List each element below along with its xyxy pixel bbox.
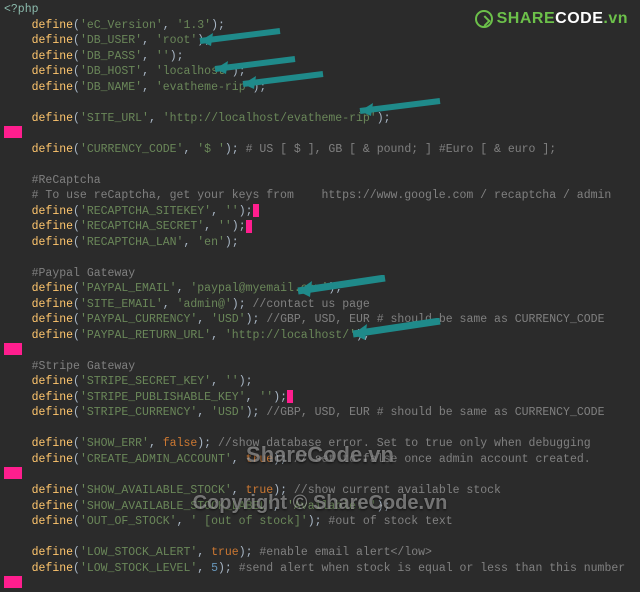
comment-line: #Paypal Gateway xyxy=(4,266,636,282)
watermark-text: Copyright © ShareCode.vn xyxy=(193,490,448,517)
highlight-marker xyxy=(4,126,22,138)
highlight-marker xyxy=(4,576,22,588)
code-line: define('STRIPE_SECRET_KEY', ''); xyxy=(4,374,636,390)
blank-line xyxy=(4,157,636,173)
blank-line xyxy=(4,530,636,546)
comment-line: #Stripe Gateway xyxy=(4,359,636,375)
code-line: define('PAYPAL_CURRENCY', 'USD'); //GBP,… xyxy=(4,312,636,328)
code-line: define('CURRENCY_CODE', '$ '); # US [ $ … xyxy=(4,142,636,158)
code-line xyxy=(4,126,636,142)
highlight-marker xyxy=(246,220,252,233)
php-open-tag: <?php xyxy=(4,3,39,16)
code-line: define('DB_HOST', 'localhost'); xyxy=(4,64,636,80)
highlight-marker xyxy=(253,204,259,217)
code-line: define('RECAPTCHA_SITEKEY', ''); xyxy=(4,204,636,220)
comment-line: #ReCaptcha xyxy=(4,173,636,189)
watermark-text: ShareCode.vn xyxy=(246,440,394,470)
code-line: define('LOW_STOCK_LEVEL', 5); #send aler… xyxy=(4,561,636,577)
code-line: define('RECAPTCHA_LAN', 'en'); xyxy=(4,235,636,251)
blank-line xyxy=(4,95,636,111)
watermark-logo: SHARECODE.vn xyxy=(475,8,628,30)
code-line xyxy=(4,467,636,483)
code-line: define('PAYPAL_RETURN_URL', 'http://loca… xyxy=(4,328,636,344)
recycle-icon xyxy=(475,10,493,28)
code-line: define('SITE_EMAIL', 'admin@'); //contac… xyxy=(4,297,636,313)
highlight-marker xyxy=(4,343,22,355)
code-line: define('STRIPE_CURRENCY', 'USD'); //GBP,… xyxy=(4,405,636,421)
code-line: define('DB_NAME', 'evatheme-rip'); xyxy=(4,80,636,96)
highlight-marker xyxy=(287,390,293,403)
code-line: define('RECAPTCHA_SECRET', ''); xyxy=(4,219,636,235)
code-line: define('PAYPAL_EMAIL', 'paypal@myemail.c… xyxy=(4,281,636,297)
code-line xyxy=(4,343,636,359)
comment-line: # To use reCaptcha, get your keys from h… xyxy=(4,188,636,204)
code-line: define('DB_PASS', ''); xyxy=(4,49,636,65)
code-line: define('STRIPE_PUBLISHABLE_KEY', ''); xyxy=(4,390,636,406)
code-line: define('LOW_STOCK_ALERT', true); #enable… xyxy=(4,545,636,561)
code-line xyxy=(4,576,636,592)
blank-line xyxy=(4,250,636,266)
blank-line xyxy=(4,421,636,437)
code-line: define('SITE_URL', 'http://localhost/eva… xyxy=(4,111,636,127)
highlight-marker xyxy=(4,467,22,479)
code-line: define('DB_USER', 'root'); xyxy=(4,33,636,49)
